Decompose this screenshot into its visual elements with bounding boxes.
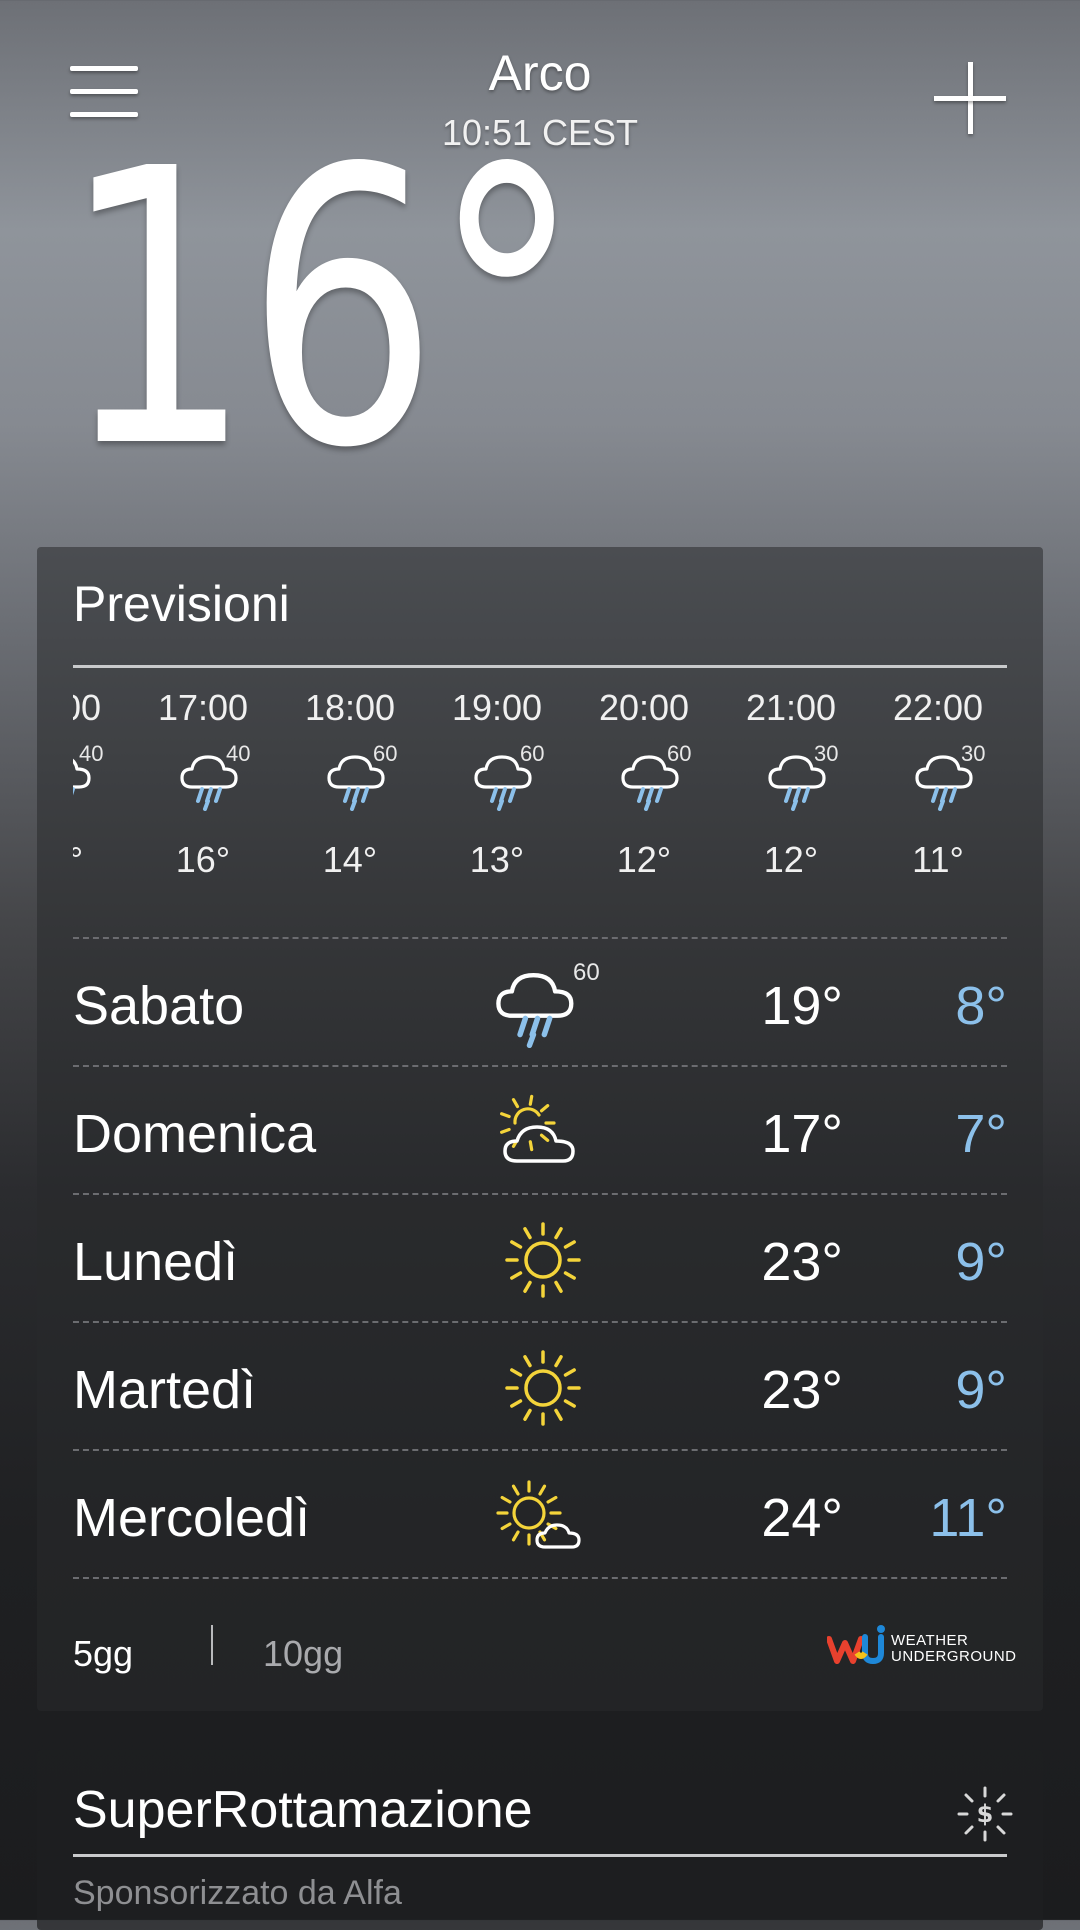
hour-temperature: 12°: [763, 839, 819, 880]
high-temperature: 24°: [761, 1488, 843, 1548]
low-temperature: 7°: [955, 1104, 1007, 1164]
hour-temperature: 13°: [469, 839, 525, 880]
precip-chance: 30: [961, 741, 986, 766]
dashed-divider: [73, 1577, 1007, 1579]
daily-forecast: Sabato 60 19° 8° Domenica 17° 7° Lunedì …: [73, 937, 1007, 1579]
forecast-title: Previsioni: [73, 576, 290, 632]
day-name: Sabato: [73, 976, 245, 1036]
precip-chance: 60: [373, 741, 398, 766]
hour-temperature: 11°: [912, 839, 964, 880]
wu-logo-icon: [826, 1625, 885, 1665]
hour-temperature: 14°: [322, 839, 378, 880]
day-name: Martedì: [73, 1360, 257, 1420]
sponsored-card[interactable]: SuperRottamazione $ Sponsorizzato da Alf…: [37, 1750, 1043, 1930]
weather-underground-logo[interactable]: WEATHER UNDERGROUND: [826, 1623, 1016, 1673]
day-name: Domenica: [73, 1104, 317, 1164]
sun-icon: [493, 1215, 593, 1305]
hour-time: 17:00: [157, 687, 249, 728]
hour-time: 21:00: [745, 687, 837, 728]
divider: [73, 665, 1007, 668]
divider: [73, 1854, 1007, 1857]
tab-5-days[interactable]: 5gg: [73, 1633, 133, 1675]
daily-row[interactable]: Domenica 17° 7°: [73, 1067, 1007, 1193]
daily-row[interactable]: Mercoledì 24° 11°: [73, 1451, 1007, 1577]
hour-temperature: 17°: [73, 839, 84, 880]
day-name: Lunedì: [73, 1232, 239, 1292]
wu-logo-text: WEATHER UNDERGROUND: [891, 1632, 1017, 1665]
low-temperature: 11°: [929, 1488, 1007, 1548]
hour-time: 20:00: [598, 687, 690, 728]
hour-time: 18:00: [304, 687, 396, 728]
svg-text:$: $: [977, 1800, 994, 1828]
high-temperature: 23°: [761, 1360, 843, 1420]
daily-row[interactable]: Martedì 23° 9°: [73, 1323, 1007, 1449]
high-temperature: 19°: [761, 976, 843, 1036]
high-temperature: 23°: [761, 1232, 843, 1292]
precip-chance: 40: [79, 741, 104, 766]
current-temperature: 16°: [60, 88, 583, 531]
divider: [211, 1625, 213, 1665]
low-temperature: 9°: [955, 1232, 1007, 1292]
hourly-forecast[interactable]: 16:00 40 17° 17:00 40 16° 18:00 60 14° 1…: [73, 687, 1007, 897]
hour-time: 16:00: [73, 687, 102, 728]
mostly-sunny-icon: [493, 1471, 593, 1561]
forecast-card: Previsioni 16:00 40 17° 17:00 40 16° 18:…: [37, 547, 1043, 1711]
high-temperature: 17°: [761, 1104, 843, 1164]
sponsored-subtitle: Sponsorizzato da Alfa: [73, 1874, 402, 1912]
daily-row[interactable]: Sabato 60 19° 8°: [73, 939, 1007, 1065]
tab-10-days[interactable]: 10gg: [263, 1633, 343, 1675]
precip-chance: 30: [814, 741, 839, 766]
precip-chance: 60: [667, 741, 692, 766]
sponsored-badge-icon: $: [957, 1786, 1013, 1842]
add-location-icon[interactable]: [934, 62, 1006, 134]
precip-chance: 60: [520, 741, 545, 766]
hour-temperature: 12°: [616, 839, 672, 880]
low-temperature: 8°: [955, 976, 1007, 1036]
day-name: Mercoledì: [73, 1488, 311, 1548]
hour-time: 19:00: [451, 687, 543, 728]
precip-chance: 40: [226, 741, 251, 766]
hour-time: 22:00: [892, 687, 984, 728]
precip-chance: 60: [573, 959, 600, 986]
sun-icon: [493, 1343, 593, 1433]
partly-cloudy-icon: [493, 1087, 593, 1177]
daily-row[interactable]: Lunedì 23° 9°: [73, 1195, 1007, 1321]
forecast-footer: 5gg 10gg WEATHER UNDERGROUND: [73, 1623, 1016, 1683]
low-temperature: 9°: [955, 1360, 1007, 1420]
sponsored-title[interactable]: SuperRottamazione: [73, 1780, 533, 1840]
hour-temperature: 16°: [175, 839, 231, 880]
